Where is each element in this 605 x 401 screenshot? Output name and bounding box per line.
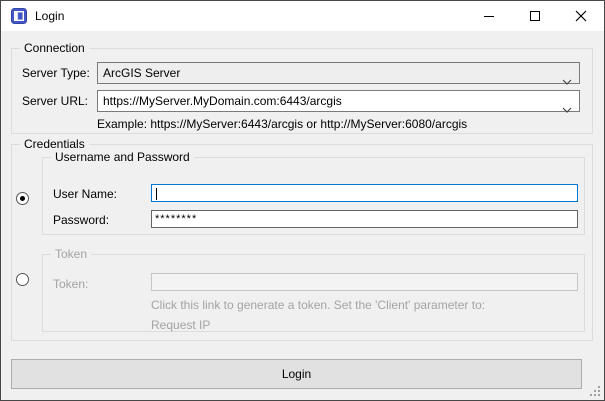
- close-button[interactable]: [558, 1, 604, 31]
- form-icon: [11, 8, 27, 24]
- server-url-example: Example: https://MyServer:6443/arcgis or…: [97, 117, 467, 131]
- password-label: Password:: [53, 213, 109, 227]
- login-dialog: Login Connection Server Type: ArcGIS Ser…: [0, 0, 605, 401]
- window-title: Login: [35, 1, 64, 31]
- text-caret: [156, 188, 157, 200]
- minimize-button[interactable]: [466, 1, 512, 31]
- server-url-combobox[interactable]: https://MyServer.MyDomain.com:6443/arcgi…: [97, 90, 580, 112]
- login-button-label: Login: [282, 367, 311, 381]
- username-password-radio[interactable]: [16, 192, 29, 205]
- token-label: Token:: [53, 277, 88, 291]
- maximize-icon: [530, 11, 540, 21]
- server-url-label: Server URL:: [22, 94, 88, 108]
- close-icon: [575, 10, 587, 22]
- username-input[interactable]: [151, 184, 578, 202]
- server-type-label: Server Type:: [22, 66, 90, 80]
- connection-group-label: Connection: [20, 41, 89, 55]
- password-input[interactable]: ********: [151, 210, 578, 228]
- chevron-down-icon: [562, 71, 572, 91]
- token-group-label: Token: [51, 247, 91, 261]
- username-password-group: Username and Password User Name: Passwor…: [42, 157, 585, 235]
- token-input: [151, 273, 578, 291]
- server-type-dropdown[interactable]: ArcGIS Server: [97, 62, 580, 84]
- login-button[interactable]: Login: [11, 359, 582, 389]
- username-password-group-label: Username and Password: [51, 150, 194, 164]
- server-type-value: ArcGIS Server: [103, 66, 180, 80]
- maximize-button[interactable]: [512, 1, 558, 31]
- token-client-value: Request IP: [151, 318, 210, 332]
- token-hint: Click this link to generate a token. Set…: [151, 298, 485, 312]
- titlebar[interactable]: Login: [1, 1, 604, 31]
- credentials-group: Credentials Username and Password User N…: [11, 144, 593, 341]
- chevron-down-icon: [562, 99, 572, 119]
- password-masked-value: ********: [155, 213, 197, 225]
- server-url-value: https://MyServer.MyDomain.com:6443/arcgi…: [103, 94, 342, 108]
- token-group: Token Token: Click this link to generate…: [42, 254, 585, 332]
- username-label: User Name:: [53, 187, 117, 201]
- connection-group: Connection Server Type: ArcGIS Server Se…: [11, 48, 593, 134]
- token-radio[interactable]: [16, 273, 29, 286]
- minimize-icon: [484, 16, 494, 17]
- credentials-group-label: Credentials: [20, 137, 89, 151]
- resize-grip[interactable]: [590, 386, 601, 397]
